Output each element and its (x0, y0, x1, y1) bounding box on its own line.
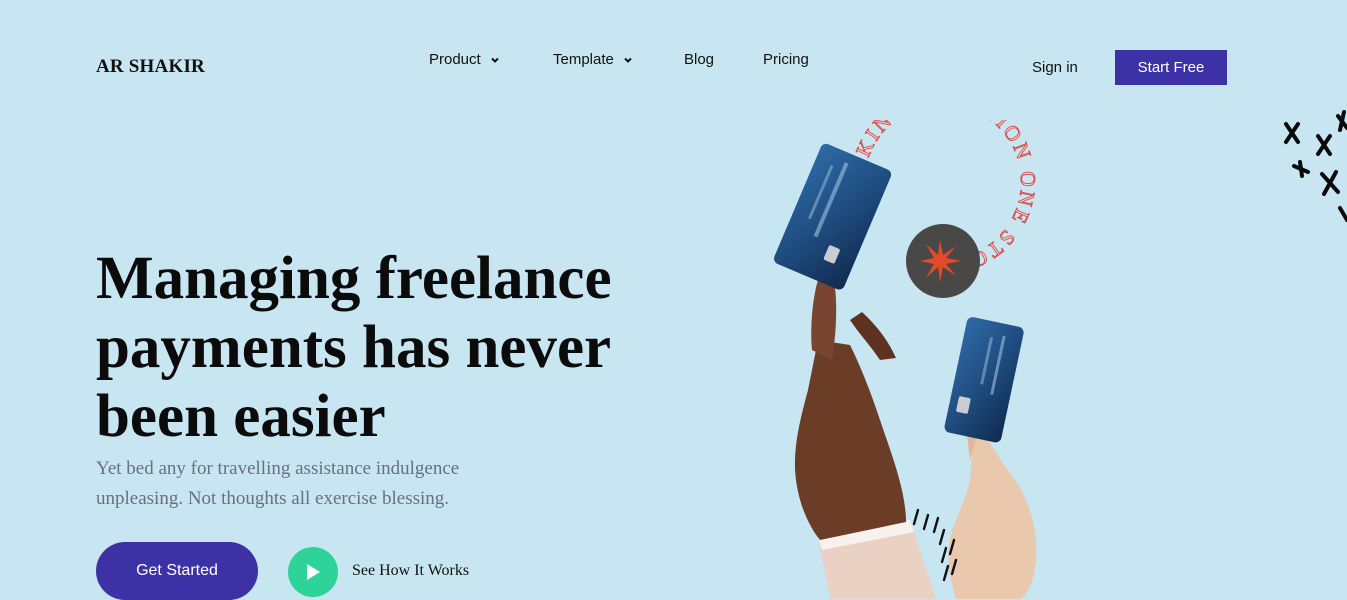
credit-card-right (944, 317, 1024, 443)
play-icon (307, 564, 320, 580)
scribble-decoration (1284, 110, 1347, 222)
hero-title: Managing freelance payments has never be… (96, 245, 612, 450)
nav-pricing[interactable]: Pricing (763, 51, 809, 68)
hero-illustration: BANKING SOLUTION ONE STOP (700, 120, 1038, 599)
nav-blog-label: Blog (684, 51, 715, 68)
nav-blog[interactable]: Blog (684, 51, 714, 68)
nav-product-label: Product (429, 51, 481, 68)
chevron-down-icon (624, 57, 632, 63)
nav-template-label: Template (553, 51, 614, 68)
right-hand (948, 420, 1037, 599)
nav-pricing-label: Pricing (763, 51, 809, 68)
left-hand (794, 340, 906, 540)
nav-template[interactable]: Template (553, 51, 633, 68)
signin-link[interactable]: Sign in (1032, 59, 1078, 76)
get-started-button[interactable]: Get Started (96, 542, 258, 600)
credit-card-left (774, 143, 892, 290)
hero-subtitle: Yet bed any for travelling assistance in… (96, 458, 460, 509)
chevron-down-icon (490, 57, 499, 63)
nav-product[interactable]: Product (429, 51, 500, 68)
start-free-button[interactable]: Start Free (1115, 50, 1227, 85)
play-button[interactable] (288, 547, 338, 597)
brand-logo[interactable]: AR SHAKIR (96, 56, 205, 78)
see-how-it-works-link[interactable]: See How It Works (352, 562, 469, 580)
